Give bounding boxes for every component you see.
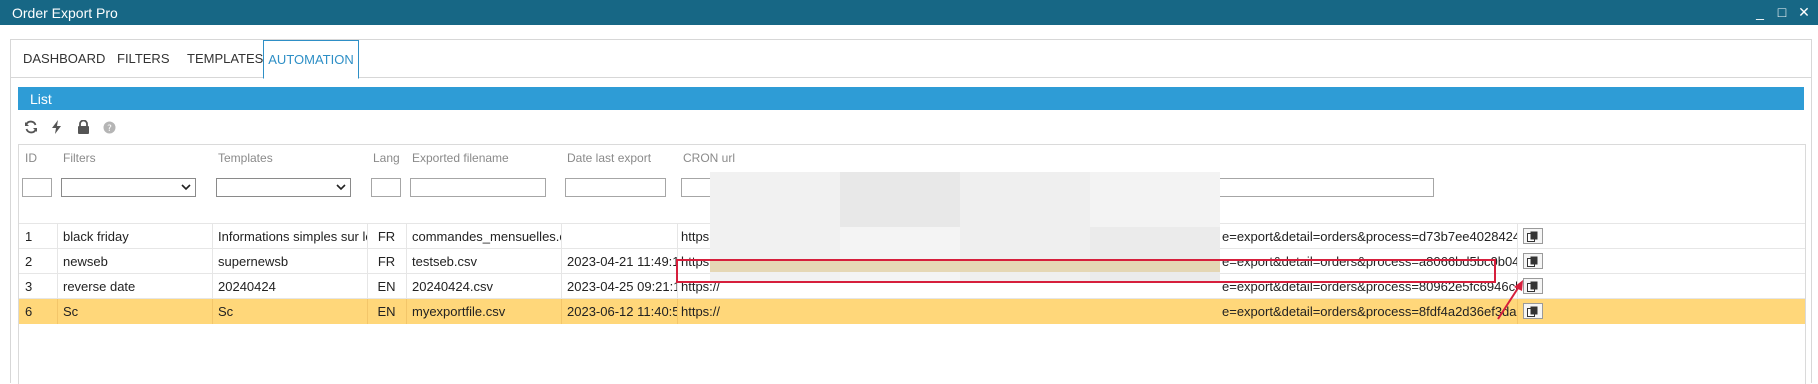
cell-id: 1 [25, 229, 33, 244]
cell-filename: 20240424.csv [412, 279, 493, 294]
copy-icon [1527, 231, 1538, 242]
tab-automation[interactable]: AUTOMATION [263, 40, 359, 79]
chevron-down-icon [181, 184, 191, 191]
cell-id: 3 [25, 279, 33, 294]
col-header-cron-url[interactable]: CRON url [677, 145, 1377, 171]
cell-url-end: e=export&detail=orders&process=d73b7ee40… [1222, 229, 1517, 244]
tab-dashboard[interactable]: DASHBOARD [23, 40, 105, 77]
url-highlight-box [676, 259, 1496, 283]
cell-lang: EN [377, 304, 396, 319]
filter-filters-select[interactable] [61, 178, 196, 197]
minimize-button[interactable]: _ [1752, 3, 1768, 21]
copy-url-button[interactable] [1523, 253, 1543, 269]
cell-template: supernewsb [218, 254, 289, 269]
cell-template: 20240424 [218, 279, 276, 294]
filter-id-input[interactable] [22, 178, 52, 197]
cell-date: 2023-04-21 11:49:15 [567, 254, 677, 269]
filter-date-input[interactable] [565, 178, 666, 197]
close-button[interactable]: ✕ [1796, 3, 1812, 21]
cell-filename: commandes_mensuelles.csv [412, 229, 561, 244]
cell-filter: newseb [63, 254, 108, 269]
lightning-icon[interactable] [49, 119, 65, 135]
cell-template: Sc [218, 304, 234, 319]
col-header-templates[interactable]: Templates [212, 145, 367, 171]
chevron-down-icon [336, 184, 346, 191]
help-icon[interactable]: ? [101, 119, 117, 135]
cell-id: 2 [25, 254, 33, 269]
list-title: List [30, 91, 52, 107]
copy-icon [1527, 256, 1538, 267]
col-header-filename[interactable]: Exported filename [406, 145, 561, 171]
maximize-button[interactable]: □ [1774, 3, 1790, 21]
lock-icon[interactable] [75, 119, 91, 135]
window-title: Order Export Pro [12, 5, 118, 21]
cell-filter: black friday [63, 229, 129, 244]
annotation-arrow-icon [1497, 280, 1523, 320]
cell-filter: Sc [63, 304, 79, 319]
filter-filename-input[interactable] [410, 178, 546, 197]
cell-url-start: https:// [681, 304, 721, 319]
col-header-filters[interactable]: Filters [57, 145, 212, 171]
cell-url-end: e=export&detail=orders&process=8fdf4a2d3… [1222, 304, 1517, 319]
list-header: List [18, 87, 1804, 110]
filter-lang-input[interactable] [371, 178, 401, 197]
col-header-lang[interactable]: Lang [367, 145, 406, 171]
cell-filename: myexportfile.csv [412, 304, 506, 319]
cell-lang: FR [377, 229, 396, 244]
cell-date [561, 224, 677, 249]
tab-templates[interactable]: TEMPLATES [187, 40, 263, 77]
cell-filename: testseb.csv [412, 254, 478, 269]
svg-text:?: ? [107, 124, 112, 134]
tab-bar: DASHBOARD FILTERS TEMPLATES AUTOMATION [11, 40, 1811, 79]
cell-template: Informations simples sur les cor [218, 229, 367, 244]
tab-filters[interactable]: FILTERS [117, 40, 170, 77]
col-header-id[interactable]: ID [19, 145, 57, 171]
cell-lang: EN [377, 279, 396, 294]
window-titlebar: Order Export Pro _ □ ✕ [0, 0, 1818, 25]
toolbar: ? [23, 116, 117, 138]
copy-url-button[interactable] [1523, 228, 1543, 244]
refresh-icon[interactable] [23, 119, 39, 135]
filter-templates-select[interactable] [216, 178, 351, 197]
cell-date: 2023-04-25 09:21:12 [567, 279, 677, 294]
cell-date: 2023-06-12 11:40:52 [567, 304, 677, 319]
cell-lang: FR [377, 254, 396, 269]
col-header-date[interactable]: Date last export [561, 145, 677, 171]
cell-filter: reverse date [63, 279, 136, 294]
table-row-selected[interactable]: 6 Sc Sc EN myexportfile.csv 2023-06-12 1… [19, 298, 1805, 324]
cell-id: 6 [25, 304, 33, 319]
